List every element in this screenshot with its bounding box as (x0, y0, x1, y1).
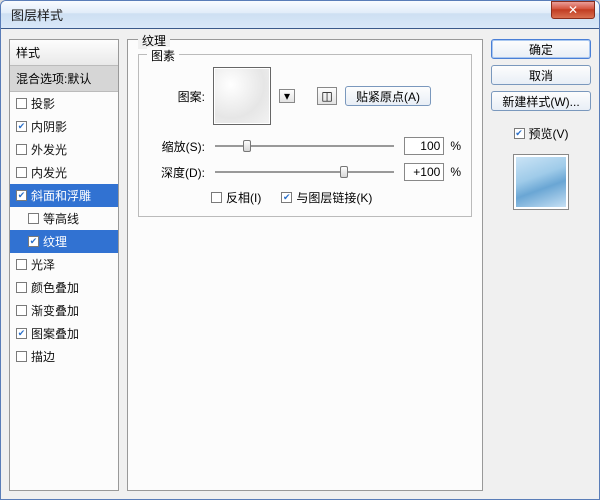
style-checkbox[interactable] (28, 213, 39, 224)
preview-check[interactable]: 预览(V) (491, 125, 591, 142)
pattern-swatch[interactable] (213, 67, 271, 125)
style-checkbox[interactable] (16, 259, 27, 270)
style-item-label: 光泽 (31, 256, 55, 273)
chevron-down-icon: ▾ (284, 89, 290, 103)
dialog-body: 样式 混合选项:默认 投影内阴影外发光内发光斜面和浮雕等高线纹理光泽颜色叠加渐变… (1, 29, 599, 499)
elements-group-label: 图素 (147, 47, 179, 64)
preview-box (513, 154, 569, 210)
snap-origin-button[interactable]: 贴紧原点(A) (345, 86, 431, 106)
style-item[interactable]: 颜色叠加 (10, 276, 118, 299)
style-item[interactable]: 等高线 (10, 207, 118, 230)
style-item-label: 内阴影 (31, 118, 67, 135)
preview-label: 预览(V) (529, 125, 569, 142)
elements-group: 图素 图案: ▾ ◫ 贴紧原点(A) 缩放(S): % (138, 54, 472, 217)
styles-panel: 样式 混合选项:默认 投影内阴影外发光内发光斜面和浮雕等高线纹理光泽颜色叠加渐变… (9, 39, 119, 491)
style-checkbox[interactable] (16, 305, 27, 316)
style-checkbox[interactable] (16, 98, 27, 109)
invert-checkbox[interactable] (211, 192, 222, 203)
style-item[interactable]: 渐变叠加 (10, 299, 118, 322)
invert-check[interactable]: 反相(I) (211, 189, 261, 206)
invert-label: 反相(I) (226, 189, 261, 206)
style-item-label: 外发光 (31, 141, 67, 158)
pattern-row: 图案: ▾ ◫ 贴紧原点(A) (149, 67, 461, 125)
pattern-label: 图案: (149, 88, 205, 105)
style-item-label: 内发光 (31, 164, 67, 181)
scale-input[interactable] (404, 137, 444, 155)
style-checkbox[interactable] (16, 351, 27, 362)
style-item-label: 投影 (31, 95, 55, 112)
style-checkbox[interactable] (16, 167, 27, 178)
style-item-label: 斜面和浮雕 (31, 187, 91, 204)
blend-options-header[interactable]: 混合选项:默认 (10, 66, 118, 92)
style-item[interactable]: 描边 (10, 345, 118, 368)
style-checkbox[interactable] (16, 282, 27, 293)
scale-unit: % (450, 139, 461, 153)
style-item-label: 纹理 (43, 233, 67, 250)
new-style-button[interactable]: 新建样式(W)... (491, 91, 591, 111)
style-item[interactable]: 投影 (10, 92, 118, 115)
style-item[interactable]: 光泽 (10, 253, 118, 276)
style-item[interactable]: 内发光 (10, 161, 118, 184)
depth-unit: % (450, 165, 461, 179)
style-checkbox[interactable] (16, 121, 27, 132)
layer-style-dialog: 图层样式 ✕ 样式 混合选项:默认 投影内阴影外发光内发光斜面和浮雕等高线纹理光… (0, 0, 600, 500)
scale-thumb[interactable] (243, 140, 251, 152)
scale-slider[interactable] (215, 145, 394, 147)
preview-checkbox[interactable] (514, 128, 525, 139)
style-checkbox[interactable] (16, 190, 27, 201)
style-list: 投影内阴影外发光内发光斜面和浮雕等高线纹理光泽颜色叠加渐变叠加图案叠加描边 (10, 92, 118, 490)
style-checkbox[interactable] (16, 328, 27, 339)
close-button[interactable]: ✕ (551, 1, 595, 19)
close-icon: ✕ (568, 3, 578, 17)
link-checkbox[interactable] (281, 192, 292, 203)
style-item[interactable]: 图案叠加 (10, 322, 118, 345)
scale-label: 缩放(S): (149, 138, 205, 155)
style-item[interactable]: 内阴影 (10, 115, 118, 138)
settings-panel: 纹理 图素 图案: ▾ ◫ 贴紧原点(A) 缩放(S): (127, 39, 483, 491)
style-item[interactable]: 外发光 (10, 138, 118, 161)
scale-row: 缩放(S): % (149, 137, 461, 155)
style-item[interactable]: 斜面和浮雕 (10, 184, 118, 207)
style-checkbox[interactable] (16, 144, 27, 155)
depth-row: 深度(D): % (149, 163, 461, 181)
style-item-label: 描边 (31, 348, 55, 365)
depth-input[interactable] (404, 163, 444, 181)
depth-label: 深度(D): (149, 164, 205, 181)
window-title: 图层样式 (11, 5, 551, 24)
style-item-label: 颜色叠加 (31, 279, 79, 296)
style-item-label: 渐变叠加 (31, 302, 79, 319)
document-icon: ◫ (321, 89, 332, 103)
titlebar[interactable]: 图层样式 ✕ (1, 1, 599, 29)
new-pattern-button[interactable]: ◫ (317, 87, 337, 105)
ok-button[interactable]: 确定 (491, 39, 591, 59)
style-checkbox[interactable] (28, 236, 39, 247)
style-item-label: 等高线 (43, 210, 79, 227)
pattern-dropdown[interactable]: ▾ (279, 89, 295, 103)
check-row: 反相(I) 与图层链接(K) (149, 189, 461, 206)
styles-header[interactable]: 样式 (10, 40, 118, 66)
link-label: 与图层链接(K) (296, 189, 372, 206)
depth-slider[interactable] (215, 171, 394, 173)
link-check[interactable]: 与图层链接(K) (281, 189, 372, 206)
cancel-button[interactable]: 取消 (491, 65, 591, 85)
depth-thumb[interactable] (340, 166, 348, 178)
action-panel: 确定 取消 新建样式(W)... 预览(V) (491, 39, 591, 491)
style-item[interactable]: 纹理 (10, 230, 118, 253)
style-item-label: 图案叠加 (31, 325, 79, 342)
